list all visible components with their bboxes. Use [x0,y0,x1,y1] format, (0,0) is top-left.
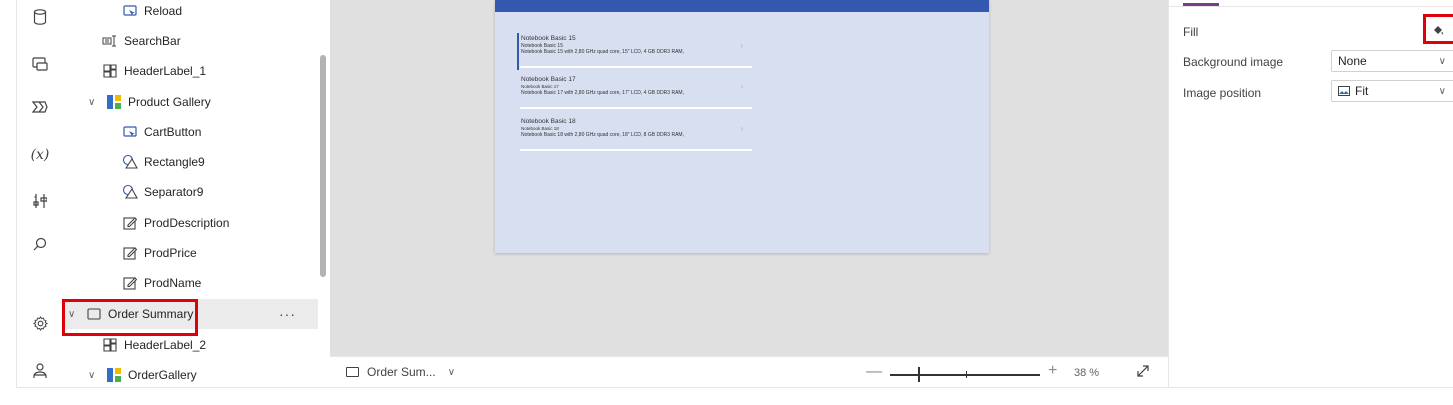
image-icon [1338,86,1350,96]
chevron-down-icon[interactable]: ∨ [68,309,80,320]
tab-active-indicator [1183,3,1219,6]
tree-item-searchbar[interactable]: SearchBar [102,26,358,56]
image-position-dropdown[interactable]: Fit ∨ [1331,80,1453,102]
canvas-area: Notebook Basic 15 Notebook Basic 15 Note… [330,0,1168,356]
zoom-slider-track[interactable] [890,374,1040,376]
image-position-value: Fit [1355,84,1369,98]
tree-item-label: Separator9 [144,185,204,199]
tree-item-headerlabel-2[interactable]: HeaderLabel_2 [102,330,358,360]
tree-item-label: ProdDescription [144,216,230,230]
image-position-label: Image position [1183,86,1262,100]
edit-icon [122,245,138,261]
tree-item-label: OrderGallery [128,368,197,382]
tree-item-label: Order Summary [108,307,194,321]
shape-icon [122,184,138,200]
tree-item-label: Product Gallery [128,95,211,109]
chevron-right-icon[interactable]: › [740,82,743,91]
chevron-down-icon[interactable]: ∨ [88,370,100,381]
tree-item-order-summary[interactable]: ∨ Order Summary ··· [62,299,318,329]
gallery-item-description: Notebook Basic 17 with 2,80 GHz quad cor… [521,90,684,96]
app-screen-preview[interactable]: Notebook Basic 15 Notebook Basic 15 Note… [495,0,989,253]
power-apps-studio: (𝑥) Reload SearchBar HeaderLabel_1 ∨ Pro… [0,0,1453,405]
chevron-down-icon[interactable]: ∨ [448,367,455,378]
media-icon[interactable] [26,50,54,78]
gallery-item[interactable]: Notebook Basic 17 Notebook Basic 17 Note… [520,76,753,109]
gallery-item-title: Notebook Basic 17 [521,76,576,83]
tree-item-label: SearchBar [124,34,181,48]
label-icon [102,63,118,79]
variables-icon[interactable]: (𝑥) [26,141,54,169]
screen-icon [346,367,359,377]
chevron-right-icon[interactable]: › [740,41,743,50]
gallery-separator [520,107,752,109]
tree-item-label: ProdName [144,276,202,290]
gallery-item-description: Notebook Basic 15 with 2,80 GHz quad cor… [521,49,684,55]
label-icon [102,337,118,353]
tree-item-label: HeaderLabel_2 [124,338,207,352]
search-icon[interactable] [26,230,54,258]
chevron-down-icon: ∨ [1438,85,1446,97]
tree-item-product-gallery[interactable]: ∨ Product Gallery [88,87,344,117]
gallery-item-title: Notebook Basic 15 [521,35,576,42]
left-rail: (𝑥) [16,0,62,388]
background-image-value: None [1338,54,1367,68]
edit-icon [122,215,138,231]
tree-item-label: HeaderLabel_1 [124,64,207,78]
screen-icon [86,306,102,322]
zoom-slider-thumb[interactable] [918,367,920,382]
button-icon [122,3,138,19]
tab-divider [1169,6,1453,7]
shape-icon [122,154,138,170]
tree-scrollbar[interactable] [320,55,326,277]
textinput-icon [102,33,118,49]
tree-item-ordergallery[interactable]: ∨ OrderGallery [88,360,344,390]
fill-label: Fill [1183,25,1199,39]
edit-icon [122,275,138,291]
background-image-label: Background image [1183,55,1284,69]
gallery-item-title: Notebook Basic 18 [521,118,576,125]
more-options-icon[interactable]: ··· [279,306,296,322]
properties-panel: Fill Background image None ∨ Image posit… [1168,0,1453,388]
screen-selector-label: Order Sum... [367,365,436,379]
tree-item-label: CartButton [144,125,202,139]
gallery-item-description: Notebook Basic 18 with 2,80 GHz quad cor… [521,132,684,138]
settings-gear-icon[interactable] [26,309,54,337]
gallery-icon [106,367,122,383]
canvas-bottom-bar: Order Sum... ∨ — + 38 % [330,356,1168,388]
fill-color-button[interactable] [1422,19,1453,41]
zoom-percentage: 38 % [1074,367,1100,379]
window-bottom-border [16,387,1453,388]
data-icon[interactable] [26,3,54,31]
screen-header-bar [495,0,989,12]
zoom-in-button[interactable]: + [1048,362,1057,380]
tree-item-label: Reload [144,4,183,18]
button-icon [122,124,138,140]
advanced-tools-icon[interactable] [26,187,54,215]
zoom-slider-tick [966,371,967,378]
power-automate-icon[interactable] [26,93,54,121]
gallery-separator [520,66,752,68]
zoom-out-button[interactable]: — [866,363,882,381]
background-image-dropdown[interactable]: None ∨ [1331,50,1453,72]
chevron-down-icon[interactable]: ∨ [88,97,100,108]
tree-item-label: ProdPrice [144,246,197,260]
expand-icon[interactable] [1136,364,1150,381]
chevron-down-icon: ∨ [1438,55,1446,67]
tree-view: Reload SearchBar HeaderLabel_1 ∨ Product… [62,0,330,388]
gallery-separator [520,149,752,151]
selected-indicator [517,33,519,70]
chevron-right-icon[interactable]: › [740,124,743,133]
gallery-icon [106,94,122,110]
tree-item-label: Rectangle9 [144,155,205,169]
gallery-item[interactable]: Notebook Basic 18 Notebook Basic 18 Note… [520,118,753,151]
screen-selector[interactable]: Order Sum... ∨ [346,365,455,379]
gallery-item[interactable]: Notebook Basic 15 Notebook Basic 15 Note… [517,33,753,70]
account-icon[interactable] [26,357,54,385]
